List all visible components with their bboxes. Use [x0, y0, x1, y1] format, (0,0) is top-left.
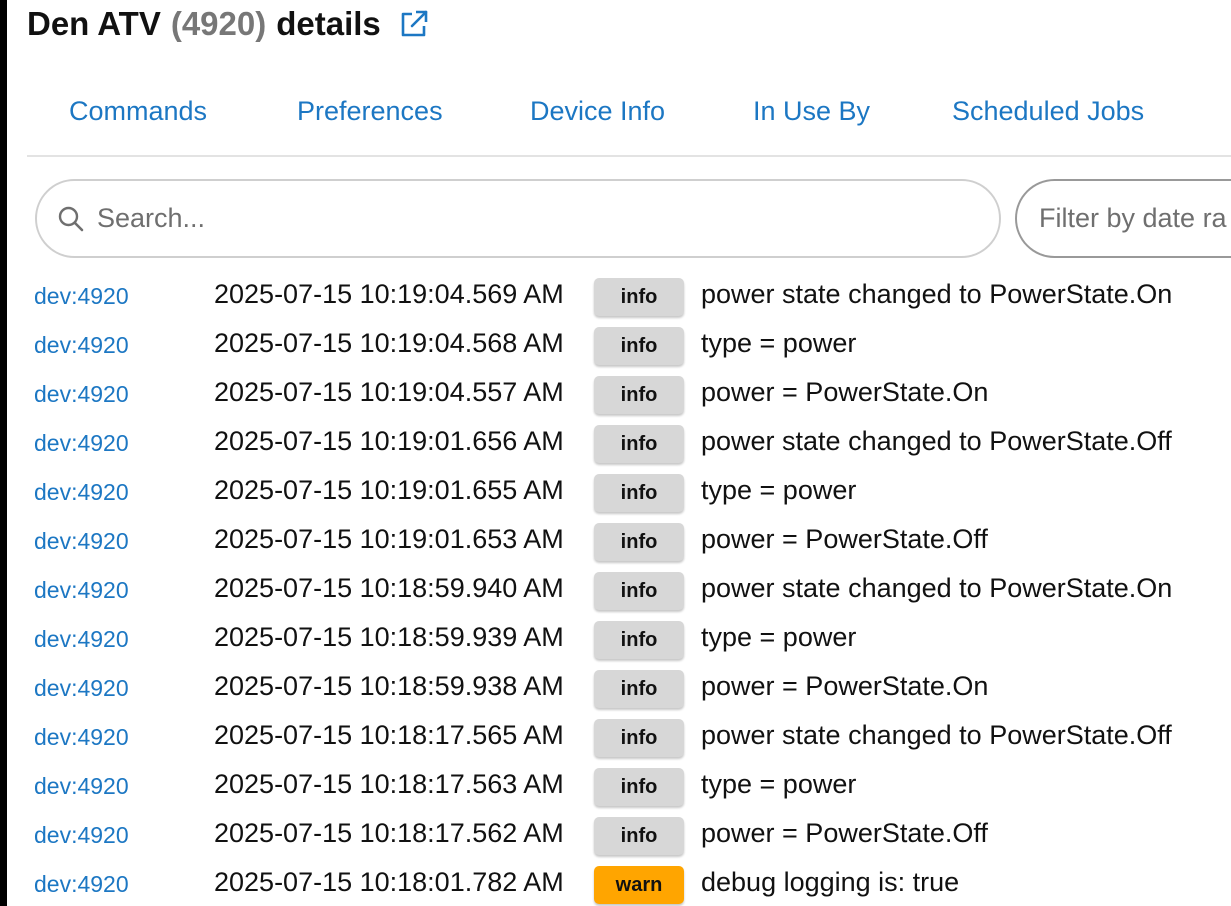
log-message: type = power	[701, 622, 857, 652]
log-row: dev:4920 2025-07-15 10:18:17.562 AM info po…	[0, 809, 1231, 858]
date-filter-placeholder: Filter by date ra	[1039, 203, 1227, 233]
log-message: type = power	[701, 475, 857, 505]
log-timestamp: 2025-07-15 10:18:17.563 AM	[214, 769, 564, 799]
log-row: dev:4920 2025-07-15 10:19:04.557 AM info po…	[0, 368, 1231, 417]
log-row: dev:4920 2025-07-15 10:18:17.563 AM info ty…	[0, 760, 1231, 809]
log-message: debug logging is: true	[701, 867, 960, 897]
log-timestamp: 2025-07-15 10:18:59.938 AM	[214, 671, 564, 701]
log-source-link[interactable]: dev:4920	[34, 626, 129, 653]
log-level-badge: info	[594, 768, 684, 806]
tab-scheduled-jobs[interactable]: Scheduled Jobs	[952, 96, 1144, 127]
log-source-link[interactable]: dev:4920	[34, 479, 129, 506]
search-input[interactable]	[97, 193, 957, 244]
log-timestamp: 2025-07-15 10:19:04.557 AM	[214, 377, 564, 407]
log-message: power state changed to PowerState.On	[701, 279, 1173, 309]
log-message: power = PowerState.Off	[701, 524, 988, 554]
log-level-badge: info	[594, 425, 684, 463]
log-message: power state changed to PowerState.On	[701, 573, 1173, 603]
log-source-link[interactable]: dev:4920	[34, 822, 129, 849]
log-timestamp: 2025-07-15 10:18:17.565 AM	[214, 720, 564, 750]
log-row: dev:4920 2025-07-15 10:18:59.938 AM info po…	[0, 662, 1231, 711]
log-row: dev:4920 2025-07-15 10:18:17.565 AM info po…	[0, 711, 1231, 760]
log-source-link[interactable]: dev:4920	[34, 675, 129, 702]
log-row: dev:4920 2025-07-15 10:19:04.568 AM info ty…	[0, 319, 1231, 368]
log-timestamp: 2025-07-15 10:18:59.940 AM	[214, 573, 564, 603]
external-link-icon[interactable]	[399, 9, 429, 39]
log-message: power = PowerState.Off	[701, 818, 988, 848]
log-message: power state changed to PowerState.Off	[701, 720, 1172, 750]
log-row: dev:4920 2025-07-15 10:19:01.656 AM info po…	[0, 417, 1231, 466]
log-source-link[interactable]: dev:4920	[34, 528, 129, 555]
log-list: dev:4920 2025-07-15 10:19:04.569 AM info po…	[0, 270, 1231, 906]
log-level-badge: info	[594, 376, 684, 414]
log-source-link[interactable]: dev:4920	[34, 332, 129, 359]
log-timestamp: 2025-07-15 10:19:04.569 AM	[214, 279, 564, 309]
log-source-link[interactable]: dev:4920	[34, 381, 129, 408]
search-icon	[57, 205, 85, 233]
log-row: dev:4920 2025-07-15 10:18:59.940 AM info po…	[0, 564, 1231, 613]
log-level-badge: info	[594, 817, 684, 855]
log-message: power = PowerState.On	[701, 671, 989, 701]
log-row: dev:4920 2025-07-15 10:19:01.653 AM info po…	[0, 515, 1231, 564]
log-level-badge: info	[594, 621, 684, 659]
log-row: dev:4920 2025-07-15 10:18:01.782 AM warn de…	[0, 858, 1231, 906]
log-message: type = power	[701, 328, 857, 358]
log-message: power = PowerState.On	[701, 377, 989, 407]
device-name: Den ATV	[27, 5, 161, 42]
log-source-link[interactable]: dev:4920	[34, 724, 129, 751]
title-suffix: details	[276, 5, 381, 42]
log-message: power state changed to PowerState.Off	[701, 426, 1172, 456]
date-filter-input[interactable]: Filter by date ra	[1015, 179, 1231, 258]
log-level-badge: info	[594, 523, 684, 561]
log-level-badge: info	[594, 572, 684, 610]
tab-device-info[interactable]: Device Info	[530, 96, 665, 127]
log-source-link[interactable]: dev:4920	[34, 871, 129, 898]
tab-preferences[interactable]: Preferences	[297, 96, 443, 127]
device-id: (4920)	[170, 5, 267, 42]
log-timestamp: 2025-07-15 10:19:01.653 AM	[214, 524, 564, 554]
log-row: dev:4920 2025-07-15 10:19:01.655 AM info ty…	[0, 466, 1231, 515]
tab-bar: Commands Preferences Device Info In Use …	[27, 88, 1231, 157]
log-timestamp: 2025-07-15 10:19:01.656 AM	[214, 426, 564, 456]
log-message: type = power	[701, 769, 857, 799]
search-box[interactable]	[35, 179, 1001, 258]
log-source-link[interactable]: dev:4920	[34, 430, 129, 457]
log-source-link[interactable]: dev:4920	[34, 773, 129, 800]
log-level-badge: info	[594, 278, 684, 316]
log-timestamp: 2025-07-15 10:18:59.939 AM	[214, 622, 564, 652]
log-timestamp: 2025-07-15 10:19:01.655 AM	[214, 475, 564, 505]
log-timestamp: 2025-07-15 10:18:01.782 AM	[214, 867, 564, 897]
log-timestamp: 2025-07-15 10:19:04.568 AM	[214, 328, 564, 358]
log-row: dev:4920 2025-07-15 10:18:59.939 AM info ty…	[0, 613, 1231, 662]
log-level-badge: info	[594, 670, 684, 708]
page-title: Den ATV (4920) details	[27, 2, 429, 46]
log-timestamp: 2025-07-15 10:18:17.562 AM	[214, 818, 564, 848]
tab-in-use-by[interactable]: In Use By	[753, 96, 870, 127]
log-row: dev:4920 2025-07-15 10:19:04.569 AM info po…	[0, 270, 1231, 319]
tab-commands[interactable]: Commands	[69, 96, 207, 127]
log-level-badge: warn	[594, 866, 684, 904]
log-source-link[interactable]: dev:4920	[34, 283, 129, 310]
log-level-badge: info	[594, 474, 684, 512]
log-level-badge: info	[594, 327, 684, 365]
log-source-link[interactable]: dev:4920	[34, 577, 129, 604]
log-level-badge: info	[594, 719, 684, 757]
